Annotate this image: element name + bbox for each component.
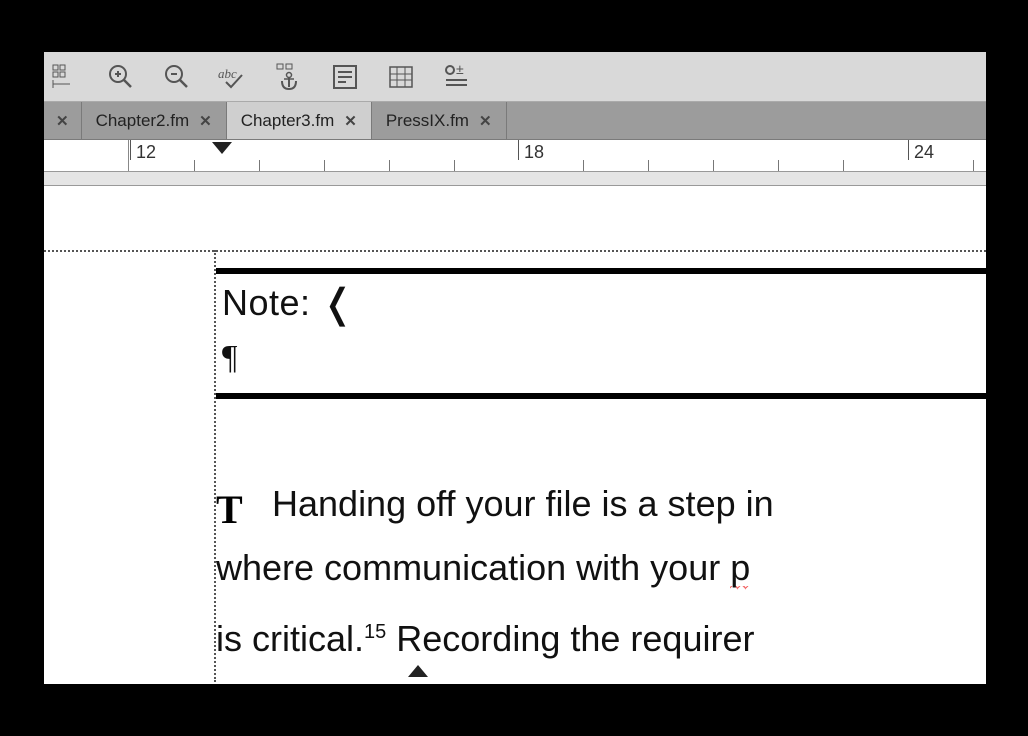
ruler-tick-24: 24	[914, 142, 934, 163]
body-line-3b: Recording the requirer	[386, 618, 754, 659]
svg-text:±: ±	[456, 64, 464, 77]
app-window: abc	[44, 52, 986, 684]
zoom-out-icon[interactable]	[158, 58, 196, 96]
body-line-1: Handing off your file is a step in	[272, 483, 774, 524]
close-icon[interactable]: ✕	[56, 112, 69, 130]
svg-text:abc: abc	[218, 66, 237, 81]
tab-label: Chapter3.fm	[241, 111, 335, 131]
body-line-2a: where communication with your	[216, 547, 730, 588]
line-spacing-icon[interactable]: ±	[438, 58, 476, 96]
text-frame-top-guide	[44, 250, 986, 252]
paragraph-format-icon[interactable]	[326, 58, 364, 96]
note-heading[interactable]: Note: ❬	[222, 280, 986, 327]
table-icon[interactable]	[382, 58, 420, 96]
toolbar: abc	[44, 52, 986, 102]
page-gap	[44, 172, 986, 186]
footnote-ref: 15	[364, 621, 386, 643]
first-line-indent-icon[interactable]	[408, 665, 428, 682]
note-frame: Note: ❬ ¶	[216, 268, 986, 399]
indent-marker-icon[interactable]	[212, 142, 232, 163]
tab-chapter3[interactable]: Chapter3.fm ✕	[227, 102, 372, 139]
close-icon[interactable]: ✕	[199, 112, 212, 130]
body-paragraph[interactable]: T Handing off your file is a step in whe…	[216, 472, 986, 671]
body-line-3a: is critical.	[216, 618, 364, 659]
grid-tool-icon[interactable]	[46, 58, 84, 96]
tab-pressix[interactable]: PressIX.fm ✕	[372, 102, 507, 139]
zoom-in-icon[interactable]	[102, 58, 140, 96]
tab-marker-icon: T	[216, 478, 243, 542]
close-icon[interactable]: ✕	[479, 112, 492, 130]
end-of-flow-icon: ❬	[311, 281, 356, 326]
ruler-tick-12: 12	[136, 142, 156, 163]
close-icon[interactable]: ✕	[344, 112, 357, 130]
pilcrow-icon: ¶	[222, 339, 986, 377]
tab-label: Chapter2.fm	[96, 111, 190, 131]
tab-chapter2[interactable]: Chapter2.fm ✕	[82, 102, 227, 139]
tab-label: PressIX.fm	[386, 111, 469, 131]
anchor-icon[interactable]	[270, 58, 308, 96]
document-canvas[interactable]: Note: ❬ ¶ T Handing off your file is a s…	[44, 172, 986, 682]
document-tabs: ✕ Chapter2.fm ✕ Chapter3.fm ✕ PressIX.fm…	[44, 102, 986, 140]
spellcheck-icon[interactable]: abc	[214, 58, 252, 96]
spell-error: p	[730, 547, 750, 592]
horizontal-ruler[interactable]: 12 18 24	[44, 140, 986, 172]
tab-unnamed[interactable]: ✕	[44, 102, 82, 139]
ruler-tick-18: 18	[524, 142, 544, 163]
